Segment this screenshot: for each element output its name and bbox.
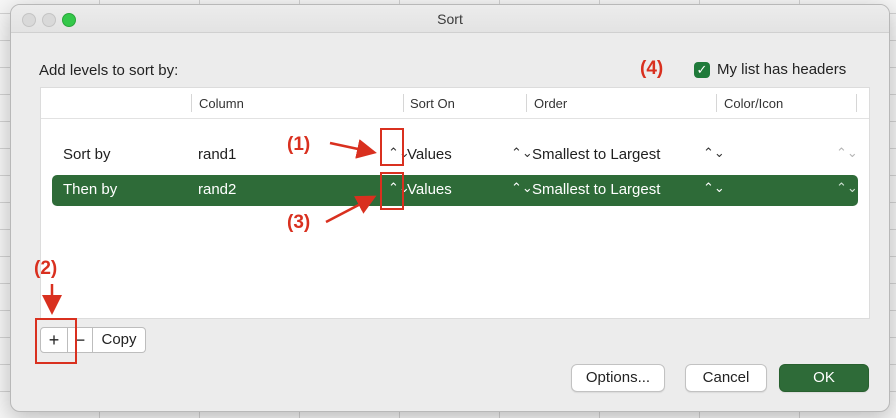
annotation-arrows <box>42 139 377 315</box>
annotation-arrow-1 <box>329 139 377 159</box>
annotation-arrow-3 <box>325 195 377 224</box>
